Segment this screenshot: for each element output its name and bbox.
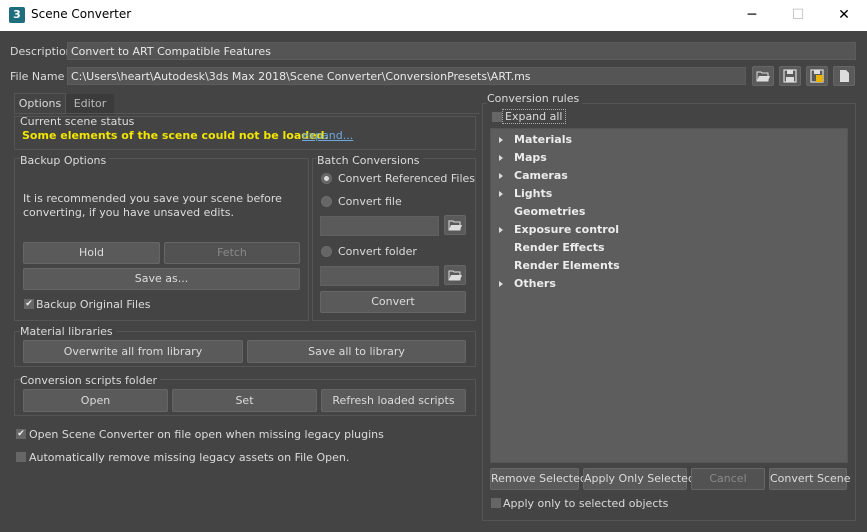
rule-exposure-control[interactable]: Exposure control [514, 223, 619, 236]
maximize-button[interactable]: ☐ [775, 0, 821, 31]
minimize-icon: ─ [747, 7, 757, 23]
apply-selected-objects-label: Apply only to selected objects [503, 497, 669, 510]
rule-geometries[interactable]: Geometries [514, 205, 585, 218]
browse-folder-button[interactable] [444, 265, 466, 285]
save-all-library-button[interactable]: Save all to library [247, 340, 466, 363]
save-as-button[interactable]: Save as... [23, 268, 300, 290]
radio-convert-referenced[interactable] [321, 173, 332, 184]
convert-file-path-input[interactable] [320, 216, 439, 236]
expand-arrow-icon[interactable] [499, 281, 503, 287]
maximize-icon: ☐ [791, 7, 805, 23]
save-as-icon [810, 69, 824, 83]
tab-editor[interactable]: Editor [66, 94, 114, 115]
convert-folder-label: Convert folder [338, 245, 417, 258]
window-title: Scene Converter [31, 7, 132, 21]
material-libraries-title: Material libraries [20, 325, 116, 338]
convert-button[interactable]: Convert [320, 291, 466, 313]
open-on-missing-checkbox[interactable]: ✔ [16, 429, 26, 439]
conversion-rules-title: Conversion rules [487, 92, 583, 105]
expand-all-label: Expand all [502, 109, 566, 124]
fetch-button[interactable]: Fetch [164, 242, 300, 264]
browse-file-button[interactable] [444, 215, 466, 235]
backup-original-checkbox[interactable]: ✔ [24, 299, 34, 309]
rules-tree[interactable]: Materials Maps Cameras Lights Geometries… [490, 128, 848, 463]
overwrite-library-button[interactable]: Overwrite all from library [23, 340, 243, 363]
rule-others[interactable]: Others [514, 277, 556, 290]
set-scripts-button[interactable]: Set [172, 389, 317, 412]
scripts-folder-title: Conversion scripts folder [20, 374, 160, 387]
cancel-button[interactable]: Cancel [691, 468, 765, 490]
expand-arrow-icon[interactable] [499, 227, 503, 233]
title-bar: 3 Scene Converter ─ ☐ ✕ [0, 0, 867, 31]
backup-original-label: Backup Original Files [36, 298, 151, 311]
backup-options-title: Backup Options [20, 154, 110, 167]
expand-arrow-icon[interactable] [499, 191, 503, 197]
rule-cameras[interactable]: Cameras [514, 169, 568, 182]
convert-scene-button[interactable]: Convert Scene [769, 468, 851, 490]
new-preset-button[interactable] [833, 66, 855, 86]
expand-link[interactable]: expand... [302, 129, 353, 142]
save-as-preset-button[interactable] [806, 66, 828, 86]
apply-only-selected-button[interactable]: Apply Only Selected [583, 468, 695, 490]
rule-render-elements[interactable]: Render Elements [514, 259, 620, 272]
batch-conversions-title: Batch Conversions [317, 154, 423, 167]
apply-selected-objects-checkbox[interactable] [491, 498, 501, 508]
save-preset-button[interactable] [779, 66, 801, 86]
backup-options-group [14, 158, 309, 321]
refresh-scripts-button[interactable]: Refresh loaded scripts [321, 389, 466, 412]
tab-divider [14, 113, 480, 114]
expand-arrow-icon[interactable] [499, 137, 503, 143]
open-on-missing-label: Open Scene Converter on file open when m… [29, 428, 384, 441]
scene-status-title: Current scene status [20, 115, 135, 128]
save-icon [783, 69, 797, 83]
radio-convert-folder[interactable] [321, 246, 332, 257]
new-file-icon [840, 70, 849, 82]
backup-info-line1: It is recommended you save your scene be… [23, 192, 282, 205]
close-button[interactable]: ✕ [821, 0, 867, 31]
convert-folder-path-input[interactable] [320, 266, 439, 286]
backup-info-line2: converting, if you have unsaved edits. [23, 206, 235, 219]
open-folder-icon [756, 71, 770, 82]
expand-arrow-icon[interactable] [499, 173, 503, 179]
app-icon: 3 [9, 7, 25, 23]
filename-field[interactable]: C:\Users\heart\Autodesk\3ds Max 2018\Sce… [67, 67, 746, 85]
expand-arrow-icon[interactable] [499, 155, 503, 161]
expand-all-checkbox[interactable] [492, 112, 502, 122]
auto-remove-label: Automatically remove missing legacy asse… [29, 451, 350, 464]
folder-icon [448, 270, 462, 281]
description-label: Description [10, 45, 73, 58]
convert-referenced-label: Convert Referenced Files [338, 172, 476, 185]
description-field[interactable]: Convert to ART Compatible Features [67, 42, 856, 60]
scene-status-message: Some elements of the scene could not be … [22, 129, 329, 142]
hold-button[interactable]: Hold [23, 242, 160, 264]
open-preset-button[interactable] [752, 66, 774, 86]
folder-icon [448, 220, 462, 231]
rule-maps[interactable]: Maps [514, 151, 547, 164]
minimize-button[interactable]: ─ [729, 0, 775, 31]
filename-label: File Name [10, 70, 65, 83]
auto-remove-checkbox[interactable] [16, 452, 26, 462]
convert-file-label: Convert file [338, 195, 402, 208]
remove-selected-button[interactable]: Remove Selected [490, 468, 587, 490]
radio-convert-file[interactable] [321, 196, 332, 207]
rule-render-effects[interactable]: Render Effects [514, 241, 605, 254]
rule-materials[interactable]: Materials [514, 133, 572, 146]
tab-options[interactable]: Options [14, 93, 66, 114]
close-icon: ✕ [838, 7, 850, 23]
rule-lights[interactable]: Lights [514, 187, 552, 200]
open-scripts-button[interactable]: Open [23, 389, 168, 412]
